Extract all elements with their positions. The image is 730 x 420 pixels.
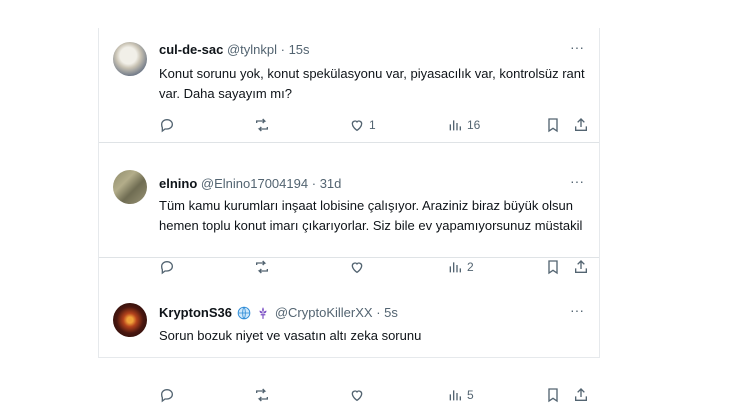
more-options-icon[interactable]: ··· — [569, 174, 585, 192]
share-button[interactable] — [573, 116, 589, 134]
more-options-icon[interactable]: ··· — [569, 40, 585, 58]
views-button[interactable]: 16 — [447, 116, 480, 134]
heart-icon — [351, 120, 363, 132]
tweet[interactable]: cul-de-sac @tylnkpl · 15s ··· Konut soru… — [99, 28, 599, 143]
avatar[interactable] — [113, 170, 147, 204]
bookmark-button[interactable] — [545, 386, 561, 404]
like-count: 1 — [369, 118, 376, 132]
bar-chart-icon — [449, 390, 461, 401]
bar-chart-icon — [449, 120, 461, 131]
tweet-header: elnino @Elnino17004194 · 31d — [159, 176, 341, 192]
display-name[interactable]: elnino — [159, 176, 197, 191]
views-button[interactable]: 5 — [447, 386, 474, 404]
separator-dot: · — [376, 305, 381, 320]
action-bar: 1 16 — [159, 116, 587, 134]
like-button[interactable] — [349, 386, 369, 404]
retweet-icon — [256, 118, 268, 132]
reply-button[interactable] — [159, 116, 179, 134]
like-button[interactable]: 1 — [349, 116, 376, 134]
avatar[interactable] — [113, 42, 147, 76]
tweet-text: Konut sorunu yok, konut spekülasyonu var… — [159, 66, 585, 101]
user-handle[interactable]: @tylnkpl — [227, 42, 277, 57]
timestamp[interactable]: 31d — [320, 176, 342, 191]
reply-icon — [160, 118, 174, 133]
retweet-icon — [256, 388, 268, 402]
globe-icon — [237, 306, 250, 320]
tweet-header: KryptonS36 @CryptoKillerXX · 5s — [159, 305, 398, 321]
retweet-button[interactable] — [254, 386, 274, 404]
avatar[interactable] — [113, 303, 147, 337]
separator-dot: · — [311, 176, 317, 191]
share-icon — [575, 388, 587, 401]
fleur-de-lis-icon — [259, 307, 267, 319]
reply-thread: cul-de-sac @tylnkpl · 15s ··· Konut soru… — [98, 28, 600, 403]
more-options-icon[interactable]: ··· — [569, 303, 585, 321]
bookmark-icon — [548, 388, 558, 403]
reply-button[interactable] — [159, 386, 179, 404]
share-button[interactable] — [573, 386, 589, 404]
timestamp[interactable]: 5s — [384, 305, 398, 320]
timestamp[interactable]: 15s — [289, 42, 310, 57]
separator-dot: · — [280, 42, 285, 57]
display-name[interactable]: cul-de-sac — [159, 42, 223, 57]
tweet-text: Sorun bozuk niyet ve vasatın altı zeka s… — [159, 328, 422, 343]
heart-icon — [351, 390, 363, 402]
reply-icon — [160, 388, 174, 403]
retweet-button[interactable] — [254, 116, 274, 134]
tweet-text: Tüm kamu kurumları inşaat lobisine çalış… — [159, 198, 583, 233]
view-count: 16 — [467, 118, 481, 132]
bookmark-icon — [548, 118, 558, 133]
action-bar: 5 — [159, 386, 587, 404]
tweet[interactable]: KryptonS36 @CryptoKillerXX · 5s ··· Soru… — [99, 258, 599, 403]
user-handle[interactable]: @Elnino17004194 — [201, 176, 308, 191]
tweet[interactable]: elnino @Elnino17004194 · 31d ··· Tüm kam… — [99, 143, 599, 275]
display-name[interactable]: KryptonS36 — [159, 305, 232, 320]
tweet-header: cul-de-sac @tylnkpl · 15s — [159, 42, 310, 58]
user-handle[interactable]: @CryptoKillerXX — [275, 305, 373, 320]
share-icon — [575, 118, 587, 131]
view-count: 5 — [467, 388, 474, 402]
bookmark-button[interactable] — [545, 116, 561, 134]
